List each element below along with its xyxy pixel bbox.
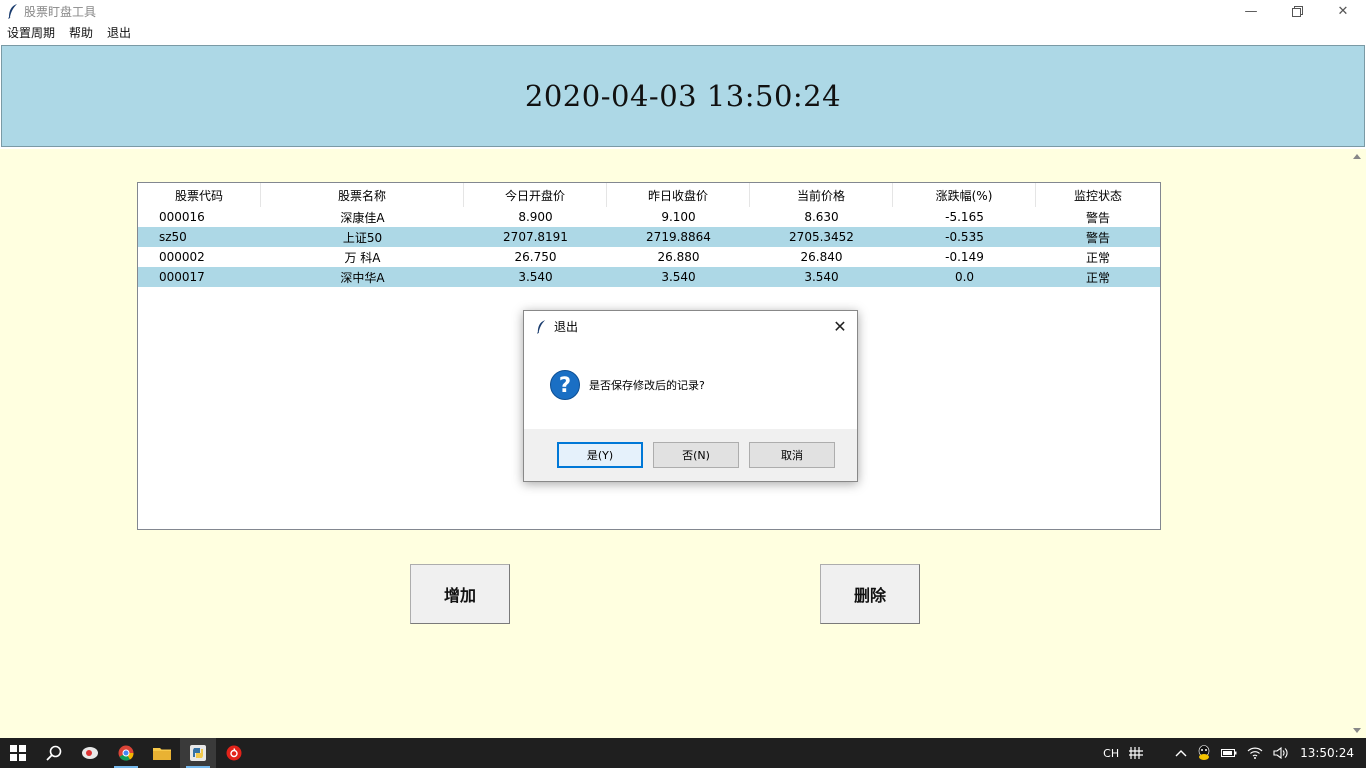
table-row[interactable]: 000016 深康佳A 8.900 9.100 8.630 -5.165 警告 — [138, 207, 1160, 227]
window-controls: — ✕ — [1228, 0, 1366, 22]
add-button[interactable]: 增加 — [410, 564, 510, 624]
column-header-change[interactable]: 涨跌幅(%) — [893, 183, 1036, 207]
chrome-icon — [118, 745, 134, 761]
taskbar-app-browser-red[interactable] — [72, 738, 108, 768]
feather-icon — [4, 2, 22, 20]
chevron-up-icon[interactable] — [1170, 738, 1192, 768]
exit-dialog: 退出 ✕ ? 是否保存修改后的记录? 是(Y) 否(N) 取消 — [523, 310, 858, 482]
clock-display: 2020-04-03 13:50:24 — [524, 79, 842, 113]
windows-icon — [10, 745, 26, 761]
cell-prev-close: 2719.8864 — [646, 230, 711, 244]
music-icon — [226, 745, 242, 761]
cell-change: -0.535 — [945, 230, 984, 244]
search-button[interactable] — [36, 738, 72, 768]
scroll-up-icon[interactable] — [1353, 154, 1361, 159]
menu-bar: 设置周期 帮助 退出 — [0, 22, 1366, 42]
taskbar-app-file-explorer[interactable] — [144, 738, 180, 768]
taskbar-app-chrome[interactable] — [108, 738, 144, 768]
folder-icon — [153, 748, 171, 760]
wifi-icon[interactable] — [1242, 738, 1268, 768]
cell-status: 正常 — [1085, 250, 1110, 265]
cell-open: 8.900 — [518, 210, 553, 224]
search-icon — [46, 745, 62, 761]
menu-help[interactable]: 帮助 — [62, 24, 100, 41]
cell-code: 000002 — [159, 250, 205, 264]
cell-name: 深康佳A — [340, 210, 385, 225]
yes-button[interactable]: 是(Y) — [557, 442, 643, 468]
cell-open: 2707.8191 — [503, 230, 568, 244]
feather-icon — [533, 318, 549, 334]
tray-spacer — [1148, 738, 1170, 768]
clock-banner: 2020-04-03 13:50:24 — [1, 45, 1365, 147]
python-icon — [190, 745, 206, 761]
volume-icon[interactable] — [1268, 738, 1294, 768]
system-tray: CH 13:50:24 — [1098, 738, 1366, 768]
cell-open: 26.750 — [514, 250, 557, 264]
qq-icon[interactable] — [1192, 738, 1216, 768]
start-button[interactable] — [0, 738, 36, 768]
cell-code: sz50 — [159, 230, 187, 244]
column-header-prev-close[interactable]: 昨日收盘价 — [607, 183, 750, 207]
no-button[interactable]: 否(N) — [653, 442, 739, 468]
cell-open: 3.540 — [518, 270, 553, 284]
cell-status: 警告 — [1085, 230, 1110, 245]
cancel-button[interactable]: 取消 — [749, 442, 835, 468]
dialog-titlebar: 退出 ✕ — [524, 311, 857, 341]
cell-current: 8.630 — [804, 210, 839, 224]
question-icon: ? — [550, 370, 580, 400]
dialog-title: 退出 — [554, 319, 579, 334]
cell-prev-close: 3.540 — [661, 270, 696, 284]
table-header: 股票代码 股票名称 今日开盘价 昨日收盘价 当前价格 涨跌幅(%) 监控状态 — [138, 183, 1160, 207]
cell-name: 万 科A — [344, 250, 381, 265]
cell-change: 0.0 — [954, 270, 975, 284]
column-header-code[interactable]: 股票代码 — [138, 183, 261, 207]
ime-mode-icon[interactable] — [1124, 738, 1148, 768]
cell-current: 3.540 — [804, 270, 839, 284]
browser-icon — [82, 747, 98, 759]
dialog-body: ? 是否保存修改后的记录? — [524, 341, 857, 429]
restore-icon[interactable] — [1274, 0, 1320, 22]
cell-change: -0.149 — [945, 250, 984, 264]
cell-code: 000016 — [159, 210, 205, 224]
close-icon[interactable]: ✕ — [829, 315, 851, 337]
cell-prev-close: 26.880 — [657, 250, 700, 264]
ime-indicator[interactable]: CH — [1098, 738, 1124, 768]
cell-prev-close: 9.100 — [661, 210, 696, 224]
column-header-status[interactable]: 监控状态 — [1036, 183, 1160, 207]
menu-exit[interactable]: 退出 — [100, 24, 138, 41]
vertical-scrollbar[interactable] — [1349, 149, 1366, 738]
minimize-icon[interactable]: — — [1228, 0, 1274, 22]
table-row[interactable]: 000017 深中华A 3.540 3.540 3.540 0.0 正常 — [138, 267, 1160, 287]
table-row[interactable]: sz50 上证50 2707.8191 2719.8864 2705.3452 … — [138, 227, 1160, 247]
menu-settings-period[interactable]: 设置周期 — [0, 24, 62, 41]
dialog-footer: 是(Y) 否(N) 取消 — [524, 429, 857, 481]
close-icon[interactable]: ✕ — [1320, 0, 1366, 22]
column-header-current[interactable]: 当前价格 — [750, 183, 893, 207]
taskbar-app-python[interactable] — [180, 738, 216, 768]
column-header-name[interactable]: 股票名称 — [261, 183, 464, 207]
cell-current: 26.840 — [800, 250, 843, 264]
table-row[interactable]: 000002 万 科A 26.750 26.880 26.840 -0.149 … — [138, 247, 1160, 267]
dialog-message: 是否保存修改后的记录? — [589, 379, 705, 392]
taskbar-app-netease-music[interactable] — [216, 738, 252, 768]
taskbar: CH 13:50:24 — [0, 738, 1366, 768]
taskbar-clock[interactable]: 13:50:24 — [1294, 738, 1366, 768]
battery-icon[interactable] — [1216, 738, 1242, 768]
cell-status: 警告 — [1085, 210, 1110, 225]
cell-name: 上证50 — [342, 230, 383, 245]
cell-change: -5.165 — [945, 210, 984, 224]
cell-current: 2705.3452 — [789, 230, 854, 244]
cell-name: 深中华A — [340, 270, 385, 285]
cell-status: 正常 — [1085, 270, 1110, 285]
scroll-down-icon[interactable] — [1353, 728, 1361, 733]
window-titlebar: 股票盯盘工具 — ✕ — [0, 0, 1366, 22]
window-title: 股票盯盘工具 — [24, 4, 97, 19]
column-header-open[interactable]: 今日开盘价 — [464, 183, 607, 207]
delete-button[interactable]: 删除 — [820, 564, 920, 624]
cell-code: 000017 — [159, 270, 205, 284]
